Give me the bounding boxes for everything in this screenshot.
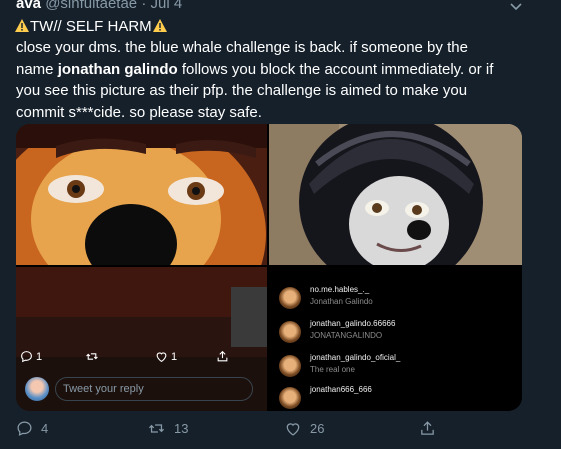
tweet-header: ava @sinfultaetae · Jul 4 — [16, 0, 182, 12]
date-separator: · — [141, 0, 147, 12]
retweet-button[interactable]: 13 — [147, 420, 188, 437]
instagram-username: jonathan_galindo.66666 — [310, 319, 396, 328]
instagram-subtitle: The real one — [310, 365, 355, 374]
reply-count: 4 — [41, 421, 49, 436]
inner-tweet-actions: 1 1 — [20, 350, 250, 368]
warning-icon — [152, 19, 167, 32]
trigger-warning-text: TW// SELF HARM — [30, 18, 152, 35]
inner-like-count: 1 — [171, 350, 178, 363]
avatar — [279, 287, 301, 309]
warning-icon — [15, 19, 29, 32]
reply-button[interactable]: 4 — [16, 420, 48, 437]
reply-icon — [17, 421, 32, 436]
media-image-1[interactable] — [16, 124, 267, 265]
retweet-icon — [86, 353, 98, 360]
retweet-icon — [148, 424, 165, 433]
avatar — [279, 321, 301, 343]
reply-placeholder: Tweet your reply — [63, 383, 144, 395]
inner-retweet-button[interactable] — [85, 350, 99, 363]
chevron-down-icon[interactable] — [509, 0, 523, 14]
share-icon — [217, 350, 228, 362]
share-button[interactable] — [419, 420, 436, 437]
avatar[interactable] — [25, 377, 49, 401]
instagram-username: no.me.hables_._ — [310, 285, 370, 294]
inner-reply-count: 1 — [36, 350, 43, 363]
author-name[interactable]: ava — [16, 0, 41, 12]
trigger-warning: TW// SELF HARM — [14, 16, 168, 37]
tweet-body-bold-name: jonathan galindo — [57, 60, 178, 78]
retweet-count: 13 — [174, 421, 189, 436]
tweet-actions: 4 13 26 — [16, 420, 446, 440]
tweet-body: close your dms. the blue whale challenge… — [16, 37, 506, 123]
media-image-2[interactable] — [269, 124, 522, 265]
media-image-4[interactable]: no.me.hables_._ Jonathan Galindo jonatha… — [269, 267, 522, 411]
inner-like-button[interactable]: 1 — [155, 350, 177, 363]
like-icon — [286, 423, 300, 436]
inner-reply-button[interactable]: 1 — [20, 350, 42, 363]
reply-input[interactable]: Tweet your reply — [55, 377, 253, 401]
avatar — [279, 387, 301, 409]
inner-share-button[interactable] — [216, 350, 229, 363]
like-icon — [156, 352, 167, 363]
instagram-subtitle: Jonathan Galindo — [310, 297, 373, 306]
instagram-username: jonathan666_666 — [310, 385, 372, 394]
like-count: 26 — [310, 421, 325, 436]
instagram-username: jonathan_galindo_oficial_ — [310, 353, 401, 362]
reply-icon — [21, 351, 32, 363]
instagram-subtitle: JONATANGALINDO — [310, 331, 383, 340]
avatar — [279, 355, 301, 377]
share-icon — [421, 421, 434, 435]
author-handle[interactable]: @sinfultaetae — [45, 0, 137, 12]
like-button[interactable]: 26 — [284, 420, 324, 437]
tweet-date[interactable]: Jul 4 — [151, 0, 183, 12]
